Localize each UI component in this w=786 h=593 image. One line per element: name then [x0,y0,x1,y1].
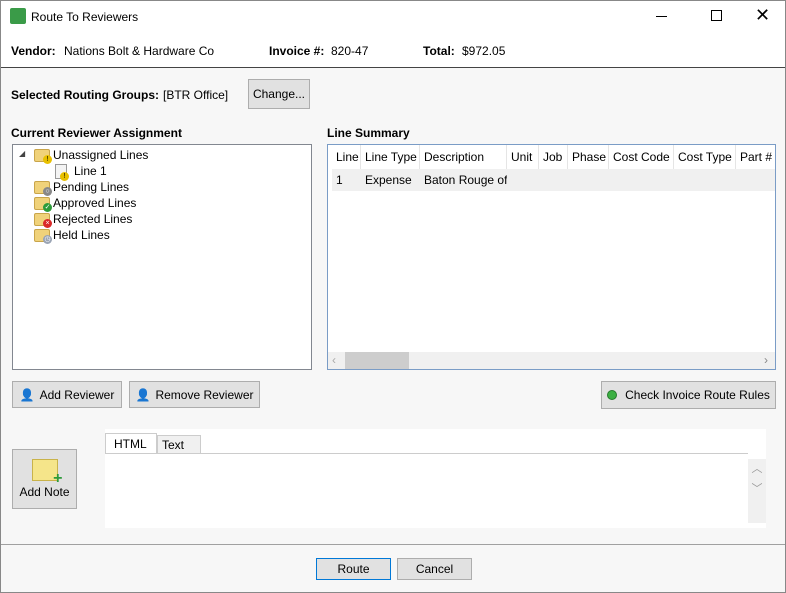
document-warning-icon: ! [55,163,69,181]
reviewer-assignment-title: Current Reviewer Assignment [11,126,182,140]
tree-item-label: Line 1 [74,164,107,178]
tree-item-label: Pending Lines [53,180,130,194]
note-editor: HTML Text ︿ ﹀ [105,429,766,528]
maximize-button[interactable] [711,10,722,21]
tree-item-unassigned[interactable]: ! Unassigned Lines [34,147,149,164]
tree-item-held[interactable]: ◷ Held Lines [34,227,110,244]
column-header[interactable]: Phase [568,145,609,169]
column-header[interactable]: Line Type [361,145,420,169]
note-add-icon: + [31,459,63,487]
routing-groups-value: [BTR Office] [163,88,229,102]
add-reviewer-label: Add Reviewer [39,387,115,402]
route-button[interactable]: Route [316,558,391,580]
routing-groups-label: Selected Routing Groups: [11,88,160,102]
column-header[interactable]: Line [332,145,361,169]
column-header[interactable]: Part # [736,145,775,169]
total-label: Total: [423,44,455,58]
footer-divider [1,544,785,545]
line-summary-grid: Line Line Type Description Unit Job Phase Cost… [327,144,776,370]
tree-item-label: Approved Lines [53,196,137,210]
remove-reviewer-button[interactable]: 👤 Remove Reviewer [129,381,260,408]
change-label: Change... [252,87,306,101]
folder-clock-icon: ◷ [34,228,52,244]
column-header[interactable]: Cost Code [609,145,674,169]
line-summary-title: Line Summary [327,126,410,140]
scroll-right-icon[interactable]: › [764,353,768,367]
note-textarea[interactable] [105,453,748,528]
scroll-left-icon[interactable]: ‹ [332,353,336,367]
table-cell [568,169,609,191]
table-cell [674,169,736,191]
column-header[interactable]: Cost Type [674,145,736,169]
route-label: Route [337,562,370,576]
vendor-label: Vendor: [11,44,56,58]
reviewer-tree[interactable]: ◢ ! Unassigned Lines ! Line 1 ○ Pending Lin… [12,144,312,370]
tree-item-rejected[interactable]: × Rejected Lines [34,211,133,228]
table-cell [609,169,674,191]
tree-item-label: Held Lines [53,228,110,242]
tab-label: HTML [114,437,147,451]
tree-item-pending[interactable]: ○ Pending Lines [34,179,130,196]
remove-reviewer-label: Remove Reviewer [155,387,254,402]
table-cell [539,169,568,191]
tree-item-approved[interactable]: ✓ Approved Lines [34,195,137,212]
column-header[interactable]: Job [539,145,568,169]
table-cell: 1 [336,173,343,187]
folder-search-icon: ○ [34,180,52,196]
vertical-scrollbar[interactable]: ︿ ﹀ [748,459,766,523]
status-green-icon [607,390,618,400]
invoice-header: Vendor: Nations Bolt & Hardware Co Invoi… [1,33,785,68]
cancel-label: Cancel [415,562,454,576]
title-bar: Route To Reviewers ✕ [1,1,785,33]
column-header[interactable]: Description [420,145,507,169]
change-button[interactable]: Change... [248,79,310,109]
app-icon [10,8,26,24]
check-rules-label: Check Invoice Route Rules [625,388,770,402]
scrollbar-thumb[interactable] [345,352,409,369]
horizontal-scrollbar[interactable]: ‹ › [328,352,775,369]
route-to-reviewers-dialog: Route To Reviewers ✕ Vendor: Nations Bol… [0,0,786,593]
add-note-button[interactable]: + Add Note [12,449,77,509]
invoice-label: Invoice #: [269,44,325,58]
tree-item-label: Unassigned Lines [53,148,149,162]
expand-arrow-icon[interactable]: ◢ [19,149,25,158]
cancel-button[interactable]: Cancel [397,558,472,580]
table-cell: Expense [365,173,412,187]
window-title: Route To Reviewers [31,10,139,24]
add-note-label: Add Note [19,485,70,499]
tab-text[interactable]: Text [157,435,201,454]
total-value: $972.05 [462,44,506,58]
check-route-rules-button[interactable]: Check Invoice Route Rules [601,381,776,409]
table-cell [507,169,539,191]
remove-user-icon: 👤 [135,387,151,402]
tree-item-label: Rejected Lines [53,212,133,226]
folder-check-icon: ✓ [34,196,52,212]
minimize-button[interactable] [656,16,667,17]
table-cell [736,169,775,191]
vendor-value: Nations Bolt & Hardware Co [64,44,215,58]
add-reviewer-button[interactable]: 👤 Add Reviewer [12,381,122,408]
close-button[interactable]: ✕ [755,5,770,25]
folder-reject-icon: × [34,212,52,228]
add-user-icon: 👤 [19,387,35,402]
table-cell: Baton Rouge of [424,173,507,187]
column-header[interactable]: Unit [507,145,539,169]
tab-html[interactable]: HTML [105,433,157,454]
folder-warning-icon: ! [34,148,52,164]
invoice-value: 820-47 [331,44,369,58]
tab-label: Text [162,438,185,452]
tree-item-line-1[interactable]: ! Line 1 [55,163,107,181]
